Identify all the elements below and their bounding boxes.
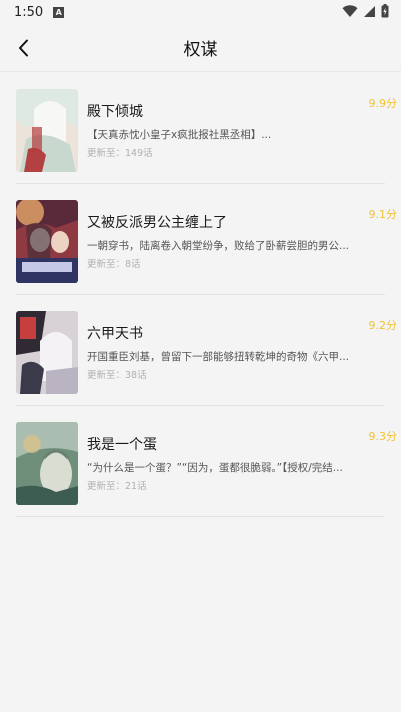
book-cover[interactable] bbox=[16, 311, 78, 394]
wifi-icon bbox=[342, 4, 358, 17]
book-score: 9.2分 bbox=[368, 319, 398, 332]
book-update-status: 更新至：149话 bbox=[87, 148, 153, 159]
book-item[interactable]: 又被反派男公主缠上了 一朝穿书，陆离卷入朝堂纷争，败给了卧薪尝胆的男公... 更… bbox=[16, 184, 397, 295]
book-title: 殿下倾城 bbox=[87, 104, 143, 120]
status-time: 1:50 bbox=[14, 4, 44, 20]
book-title: 我是一个蛋 bbox=[87, 437, 157, 453]
chevron-left-icon bbox=[19, 39, 28, 57]
book-title: 六甲天书 bbox=[87, 326, 143, 342]
book-item[interactable]: 我是一个蛋 “为什么是一个蛋？”“因为，蛋都很脆弱。”【授权/完结... 更新至… bbox=[16, 406, 397, 517]
book-info: 六甲天书 开国重臣刘基，曾留下一部能够扭转乾坤的奇物《六甲... 更新至：38话 bbox=[87, 311, 385, 382]
page-title: 权谋 bbox=[183, 40, 218, 60]
signal-icon bbox=[364, 5, 375, 17]
status-bar: 1:50 A bbox=[0, 0, 401, 24]
book-info: 我是一个蛋 “为什么是一个蛋？”“因为，蛋都很脆弱。”【授权/完结... 更新至… bbox=[87, 422, 385, 493]
book-info: 殿下倾城 【天真赤忱小皇子x疯批报社黑丞相】... 更新至：149话 bbox=[87, 89, 385, 160]
book-description: 一朝穿书，陆离卷入朝堂纷争，败给了卧薪尝胆的男公... bbox=[87, 240, 350, 252]
notification-a-icon: A bbox=[53, 6, 65, 18]
book-list: 殿下倾城 【天真赤忱小皇子x疯批报社黑丞相】... 更新至：149话 9.9分 … bbox=[0, 73, 401, 517]
book-description: “为什么是一个蛋？”“因为，蛋都很脆弱。”【授权/完结... bbox=[87, 462, 343, 474]
book-item[interactable]: 殿下倾城 【天真赤忱小皇子x疯批报社黑丞相】... 更新至：149话 9.9分 bbox=[16, 73, 397, 184]
status-icons bbox=[342, 4, 389, 18]
book-item[interactable]: 六甲天书 开国重臣刘基，曾留下一部能够扭转乾坤的奇物《六甲... 更新至：38话… bbox=[16, 295, 397, 406]
back-button[interactable] bbox=[6, 30, 42, 66]
book-description: 开国重臣刘基，曾留下一部能够扭转乾坤的奇物《六甲... bbox=[87, 351, 350, 363]
book-score: 9.3分 bbox=[368, 430, 398, 443]
book-update-status: 更新至：38话 bbox=[87, 370, 147, 381]
app-header: 权谋 bbox=[0, 24, 401, 72]
book-cover[interactable] bbox=[16, 200, 78, 283]
book-cover[interactable] bbox=[16, 89, 78, 172]
book-title: 又被反派男公主缠上了 bbox=[87, 215, 227, 231]
book-score: 9.1分 bbox=[368, 208, 398, 221]
book-description: 【天真赤忱小皇子x疯批报社黑丞相】... bbox=[87, 129, 272, 141]
book-score: 9.9分 bbox=[368, 97, 398, 110]
book-update-status: 更新至：21话 bbox=[87, 481, 147, 492]
battery-icon bbox=[381, 4, 389, 18]
book-update-status: 更新至：8话 bbox=[87, 259, 141, 270]
book-cover[interactable] bbox=[16, 422, 78, 505]
book-info: 又被反派男公主缠上了 一朝穿书，陆离卷入朝堂纷争，败给了卧薪尝胆的男公... 更… bbox=[87, 200, 385, 271]
